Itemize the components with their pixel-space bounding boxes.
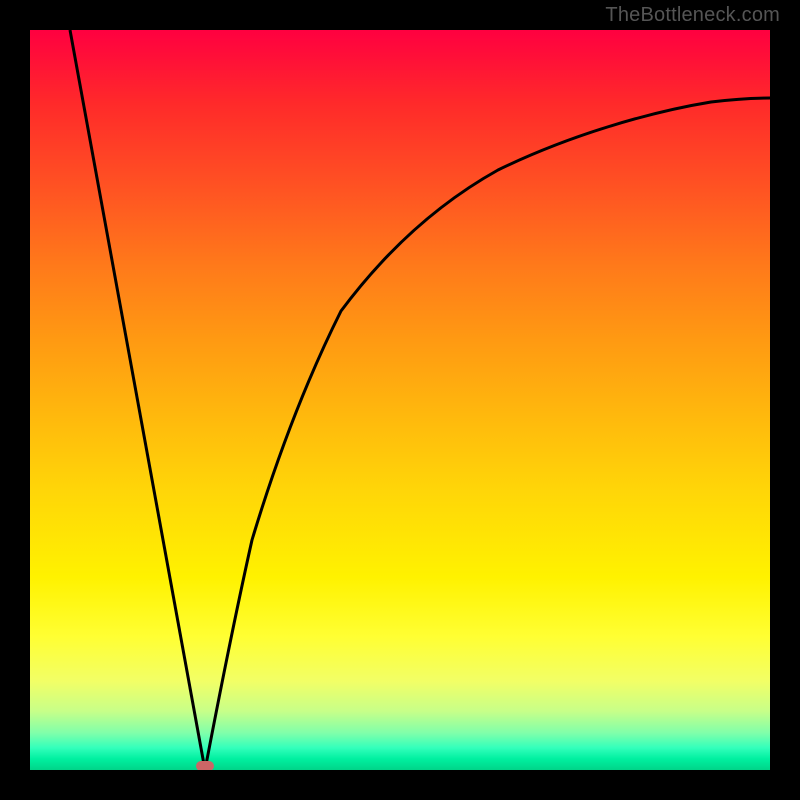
plot-area [30, 30, 770, 770]
bottleneck-marker [196, 761, 214, 770]
curve-right-branch [205, 98, 770, 770]
bottleneck-curve [30, 30, 770, 770]
chart-frame: TheBottleneck.com [0, 0, 800, 800]
watermark-text: TheBottleneck.com [605, 4, 780, 27]
curve-left-branch [70, 30, 205, 770]
